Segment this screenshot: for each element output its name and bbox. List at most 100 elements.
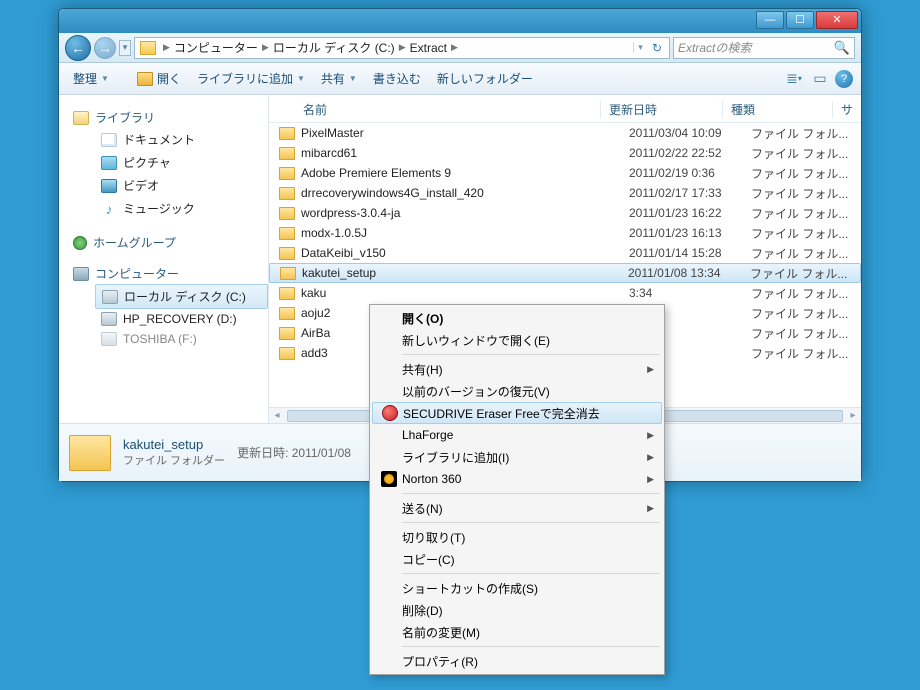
picture-icon <box>101 156 117 170</box>
ctx-copy[interactable]: コピー(C) <box>372 548 662 570</box>
back-button[interactable]: ← <box>65 35 91 61</box>
forward-button[interactable]: → <box>94 37 116 59</box>
video-icon <box>101 179 117 193</box>
file-type: ファイル フォル... <box>750 265 860 282</box>
file-type: ファイル フォル... <box>751 185 861 202</box>
sidebar-drive-e[interactable]: TOSHIBA (F:) <box>95 329 268 349</box>
music-icon: ♪ <box>101 201 117 217</box>
ctx-share[interactable]: 共有(H)▶ <box>372 358 662 380</box>
file-row[interactable]: drrecoverywindows4G_install_4202011/02/1… <box>269 183 861 203</box>
file-name: wordpress-3.0.4-ja <box>301 206 629 220</box>
file-date: 2011/01/14 15:28 <box>629 246 751 260</box>
file-row[interactable]: kakutei_setup2011/01/08 13:34ファイル フォル... <box>269 263 861 283</box>
chevron-right-icon[interactable]: ▶ <box>447 42 462 53</box>
file-date: 3:34 <box>629 286 751 300</box>
folder-icon <box>279 327 295 340</box>
chevron-right-icon: ▶ <box>647 474 654 485</box>
details-mod-label: 更新日時: <box>237 446 288 460</box>
address-dropdown[interactable]: ▾ <box>633 42 647 53</box>
file-type: ファイル フォル... <box>751 285 861 302</box>
ctx-delete[interactable]: 削除(D) <box>372 599 662 621</box>
separator <box>402 522 660 523</box>
sidebar-music[interactable]: ♪ミュージック <box>95 197 268 220</box>
col-size[interactable]: サ <box>833 101 857 118</box>
new-folder-button[interactable]: 新しいフォルダー <box>431 66 539 91</box>
ctx-open-new-window[interactable]: 新しいウィンドウで開く(E) <box>372 329 662 351</box>
sidebar-videos[interactable]: ビデオ <box>95 174 268 197</box>
crumb-drive-c[interactable]: ローカル ディスク (C:) <box>273 39 395 56</box>
ctx-norton[interactable]: Norton 360▶ <box>372 468 662 490</box>
open-folder-icon <box>137 72 153 86</box>
ctx-create-shortcut[interactable]: ショートカットの作成(S) <box>372 577 662 599</box>
ctx-cut[interactable]: 切り取り(T) <box>372 526 662 548</box>
search-icon: 🔍 <box>834 40 850 56</box>
ctx-lhaforge[interactable]: LhaForge▶ <box>372 424 662 446</box>
burn-button[interactable]: 書き込む <box>367 66 427 91</box>
folder-icon <box>140 41 156 55</box>
open-button[interactable]: 開く <box>131 66 187 91</box>
file-row[interactable]: wordpress-3.0.4-ja2011/01/23 16:22ファイル フ… <box>269 203 861 223</box>
col-name[interactable]: 名前 <box>295 101 601 118</box>
ctx-properties[interactable]: プロパティ(R) <box>372 650 662 672</box>
file-row[interactable]: mibarcd612011/02/22 22:52ファイル フォル... <box>269 143 861 163</box>
file-row[interactable]: kaku3:34ファイル フォル... <box>269 283 861 303</box>
search-input[interactable]: Extractの検索 🔍 <box>673 37 855 59</box>
organize-menu[interactable]: 整理▼ <box>67 66 115 91</box>
file-name: drrecoverywindows4G_install_420 <box>301 186 629 200</box>
file-row[interactable]: DataKeibi_v1502011/01/14 15:28ファイル フォル..… <box>269 243 861 263</box>
details-mod-value: 2011/01/08 <box>292 446 351 460</box>
chevron-right-icon[interactable]: ▶ <box>159 42 174 53</box>
file-type: ファイル フォル... <box>751 305 861 322</box>
close-button[interactable]: ✕ <box>816 11 858 29</box>
address-bar[interactable]: ▶ コンピューター ▶ ローカル ディスク (C:) ▶ Extract ▶ ▾… <box>134 37 670 59</box>
ctx-secudrive-erase[interactable]: SECUDRIVE Eraser Freeで完全消去 <box>372 402 662 424</box>
add-to-library-menu[interactable]: ライブラリに追加▼ <box>191 66 311 91</box>
sidebar-libraries[interactable]: ライブラリ <box>73 109 268 126</box>
crumb-computer[interactable]: コンピューター <box>174 39 258 56</box>
sidebar-computer[interactable]: コンピューター <box>73 265 268 282</box>
help-button[interactable]: ? <box>835 70 853 88</box>
file-row[interactable]: modx-1.0.5J2011/01/23 16:13ファイル フォル... <box>269 223 861 243</box>
file-date: 2011/03/04 10:09 <box>629 126 751 140</box>
drive-icon <box>101 312 117 326</box>
minimize-button[interactable]: — <box>756 11 784 29</box>
col-type[interactable]: 種類 <box>723 101 833 118</box>
ctx-add-to-library[interactable]: ライブラリに追加(I)▶ <box>372 446 662 468</box>
scroll-left-icon[interactable]: ◂ <box>269 410 285 421</box>
file-type: ファイル フォル... <box>751 125 861 142</box>
file-row[interactable]: PixelMaster2011/03/04 10:09ファイル フォル... <box>269 123 861 143</box>
ctx-rename[interactable]: 名前の変更(M) <box>372 621 662 643</box>
share-menu[interactable]: 共有▼ <box>315 66 363 91</box>
col-date[interactable]: 更新日時 <box>601 101 723 118</box>
refresh-button[interactable]: ↻ <box>647 41 667 55</box>
maximize-button[interactable]: ☐ <box>786 11 814 29</box>
chevron-right-icon: ▶ <box>647 364 654 375</box>
folder-icon <box>279 247 295 260</box>
sidebar-drive-d[interactable]: HP_RECOVERY (D:) <box>95 309 268 329</box>
nav-history-dropdown[interactable]: ▾ <box>119 40 131 56</box>
scroll-right-icon[interactable]: ▸ <box>845 410 861 421</box>
file-date: 2011/01/23 16:13 <box>629 226 751 240</box>
view-menu[interactable]: ≣▾ <box>783 68 805 90</box>
ctx-send-to[interactable]: 送る(N)▶ <box>372 497 662 519</box>
folder-icon <box>279 187 295 200</box>
chevron-right-icon[interactable]: ▶ <box>258 42 273 53</box>
chevron-right-icon[interactable]: ▶ <box>395 42 410 53</box>
file-name: kakutei_setup <box>302 266 628 280</box>
separator <box>402 573 660 574</box>
ctx-restore-previous[interactable]: 以前のバージョンの復元(V) <box>372 380 662 402</box>
file-row[interactable]: Adobe Premiere Elements 92011/02/19 0:36… <box>269 163 861 183</box>
sidebar-drive-c[interactable]: ローカル ディスク (C:) <box>95 284 268 309</box>
separator <box>402 493 660 494</box>
folder-icon <box>280 267 296 280</box>
preview-pane-toggle[interactable]: ▭ <box>809 68 831 90</box>
file-name: DataKeibi_v150 <box>301 246 629 260</box>
ctx-open[interactable]: 開く(O) <box>372 307 662 329</box>
sidebar-homegroup[interactable]: ホームグループ <box>73 234 268 251</box>
norton-icon <box>381 471 397 487</box>
sidebar-documents[interactable]: ドキュメント <box>95 128 268 151</box>
sidebar-pictures[interactable]: ピクチャ <box>95 151 268 174</box>
chevron-right-icon: ▶ <box>647 452 654 463</box>
titlebar: — ☐ ✕ <box>59 9 861 33</box>
crumb-extract[interactable]: Extract <box>410 41 447 55</box>
